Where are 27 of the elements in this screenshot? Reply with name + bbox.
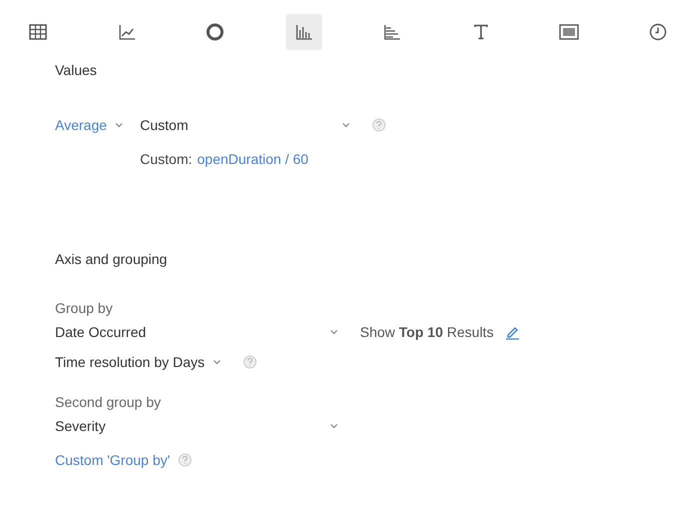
field-label: Second group by xyxy=(55,394,161,410)
time-resolution-dropdown[interactable]: Time resolution by Days xyxy=(55,354,221,370)
chevron-icon xyxy=(342,122,350,128)
chevron-icon xyxy=(212,359,221,365)
line-chart-icon xyxy=(118,24,136,40)
second-group-by-dropdown[interactable]: Severity xyxy=(55,418,338,434)
section-title: Values xyxy=(55,62,97,78)
horizontal-bar-icon xyxy=(383,24,402,40)
custom-label: Custom: xyxy=(140,151,192,167)
clock-icon xyxy=(648,23,667,41)
number-icon xyxy=(559,24,580,40)
text-icon xyxy=(472,24,489,40)
donut-icon xyxy=(206,23,224,41)
field-label: Group by xyxy=(55,300,113,316)
chart-type-button[interactable] xyxy=(286,14,322,50)
aggregation-dropdown[interactable]: Average xyxy=(55,117,140,133)
top-results-text: Show Top 10 Results xyxy=(360,324,494,340)
custom-group-by-link[interactable]: Custom 'Group by' xyxy=(55,452,170,468)
section-title: Axis and grouping xyxy=(55,251,168,267)
chevron-icon xyxy=(114,122,123,128)
bar-chart-icon xyxy=(294,24,313,40)
custom-expression-link[interactable]: openDuration / 60 xyxy=(197,151,308,167)
group-by-dropdown[interactable]: Date Occurred xyxy=(55,324,338,340)
chevron-icon xyxy=(330,423,338,429)
chevron-icon xyxy=(330,329,338,335)
function-dropdown[interactable]: Custom xyxy=(140,117,350,133)
table-icon xyxy=(29,24,47,40)
